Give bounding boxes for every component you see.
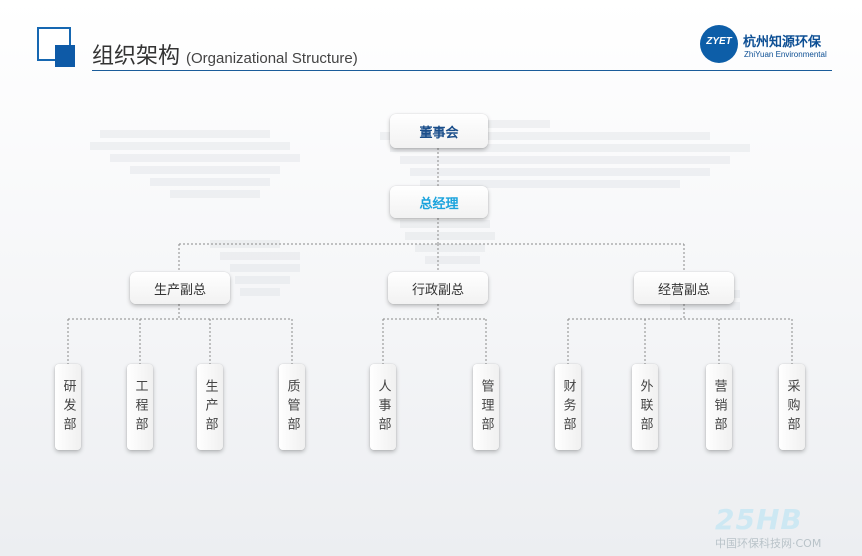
node-dept-procurement: 采购部 (779, 364, 805, 450)
node-vp-operations: 经营副总 (634, 272, 734, 304)
node-dept-rnd: 研发部 (55, 364, 81, 450)
node-dept-production: 生产部 (197, 364, 223, 450)
node-dept-management: 管理部 (473, 364, 499, 450)
node-dept-external: 外联部 (632, 364, 658, 450)
node-dept-hr: 人事部 (370, 364, 396, 450)
node-dept-finance: 财务部 (555, 364, 581, 450)
node-dept-quality: 质管部 (279, 364, 305, 450)
watermark-text: 中国环保科技网·COM (715, 537, 822, 550)
node-vp-production: 生产副总 (130, 272, 230, 304)
watermark-logo: 25HB (715, 503, 803, 536)
site-watermark: 25HB 中国环保科技网·COM (715, 503, 855, 553)
node-dept-engineering: 工程部 (127, 364, 153, 450)
node-general-manager: 总经理 (390, 186, 488, 218)
node-dept-marketing: 营销部 (706, 364, 732, 450)
node-vp-admin: 行政副总 (388, 272, 488, 304)
node-board: 董事会 (390, 114, 488, 148)
